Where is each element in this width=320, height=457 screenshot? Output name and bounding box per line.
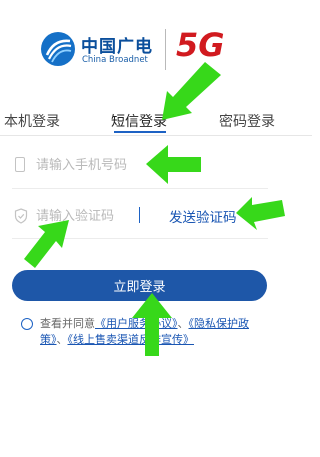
shield-icon: [14, 208, 28, 224]
phone-icon: [15, 157, 25, 172]
agreement-separator: 、: [56, 333, 68, 346]
annotation-arrow-icon: [24, 220, 69, 268]
phone-row-divider: [12, 188, 268, 189]
active-tab-indicator: [114, 131, 166, 133]
code-row-divider: [12, 238, 268, 239]
logo-divider: [165, 29, 166, 70]
phone-number-input[interactable]: [36, 154, 236, 176]
login-button[interactable]: 立即登录: [12, 270, 267, 301]
tabs-divider: [0, 135, 312, 136]
tab-sms-login[interactable]: 短信登录: [111, 111, 167, 131]
agreement-checkbox[interactable]: [21, 318, 33, 330]
brand-name-en: China Broadnet: [82, 55, 148, 65]
brand-name-cn: 中国广电: [81, 37, 153, 57]
verification-code-input[interactable]: [36, 205, 132, 227]
send-code-button[interactable]: 发送验证码: [169, 206, 237, 226]
tab-local-login[interactable]: 本机登录: [4, 111, 60, 131]
tab-password-login[interactable]: 密码登录: [219, 111, 275, 131]
agreement-text: 查看并同意《用户服务协议》、《隐私保护政策》、《线上售卖渠道反诈宣传》: [40, 316, 272, 348]
agreement-separator: 、: [177, 317, 189, 330]
agreement-prefix: 查看并同意: [40, 317, 95, 330]
code-divider: [139, 207, 140, 223]
annotation-arrows: [24, 62, 285, 356]
annotation-arrow-icon: [236, 197, 285, 230]
china-broadnet-logo-icon: [41, 32, 75, 66]
user-agreement-link[interactable]: 《用户服务协议》: [95, 317, 178, 330]
anti-fraud-link[interactable]: 《线上售卖渠道反诈宣传》: [68, 333, 195, 346]
annotation-arrow-icon: [162, 62, 221, 120]
5g-logo: 5G: [176, 26, 225, 64]
